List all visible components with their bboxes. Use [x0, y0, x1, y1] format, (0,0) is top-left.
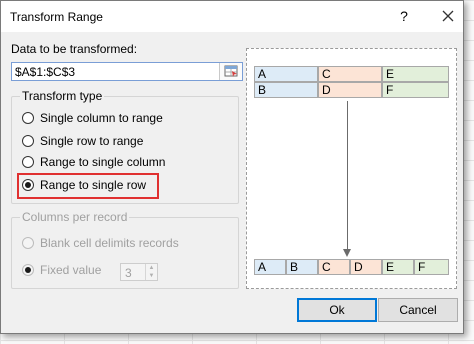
fixed-value-input[interactable]: 3 [125, 266, 132, 280]
radio-button[interactable] [22, 156, 34, 168]
dialog-title: Transform Range [10, 10, 103, 24]
preview-cell: B [286, 259, 318, 275]
close-icon[interactable] [441, 9, 455, 23]
radio-fixed-value[interactable]: Fixed value [22, 262, 101, 278]
ok-button[interactable]: Ok [297, 298, 377, 322]
spinner-arrows[interactable]: ▲ ▼ [145, 264, 157, 280]
radio-single-column-to-range[interactable]: Single column to range [22, 110, 163, 126]
down-arrow-icon [343, 249, 351, 257]
preview-cell: D [350, 259, 382, 275]
radio-button[interactable] [22, 135, 34, 147]
data-label: Data to be transformed: [11, 42, 138, 56]
radio-button[interactable] [22, 264, 34, 276]
columns-per-record-title: Columns per record [20, 210, 130, 224]
title-bar: Transform Range ? [1, 1, 463, 32]
spin-up-icon[interactable]: ▲ [146, 264, 157, 272]
radio-label: Single column to range [40, 111, 163, 125]
radio-label: Single row to range [40, 134, 144, 148]
selection-highlight-box [17, 173, 159, 199]
radio-single-row-to-range[interactable]: Single row to range [22, 133, 143, 149]
range-input[interactable]: $A$1:$C$3 [11, 62, 243, 81]
preview-cell: E [382, 259, 414, 275]
radio-label: Range to single column [40, 155, 166, 169]
range-select-icon[interactable] [219, 63, 242, 80]
radio-label: Fixed value [40, 263, 102, 277]
preview-cell: A [254, 66, 318, 82]
preview-cell: C [318, 66, 382, 82]
fixed-value-spinner[interactable]: 3 ▲ ▼ [120, 263, 158, 281]
cancel-button[interactable]: Cancel [378, 298, 458, 322]
preview-cell: D [318, 82, 382, 98]
radio-button[interactable] [22, 237, 34, 249]
preview-cell: C [318, 259, 350, 275]
radio-label: Blank cell delimits records [40, 236, 179, 250]
transform-range-dialog: Transform Range ? Data to be transformed… [0, 0, 464, 334]
radio-range-to-single-column[interactable]: Range to single column [22, 154, 165, 170]
preview-cell: B [254, 82, 318, 98]
help-button[interactable]: ? [397, 8, 411, 24]
preview-cell: E [382, 66, 449, 82]
transform-type-title: Transform type [20, 89, 105, 103]
preview-cell: F [414, 259, 449, 275]
spin-down-icon[interactable]: ▼ [146, 272, 157, 280]
preview-cell: F [382, 82, 449, 98]
radio-button[interactable] [22, 112, 34, 124]
transform-arrow [347, 101, 348, 251]
preview-cell: A [254, 259, 286, 275]
radio-blank-cell-delimits[interactable]: Blank cell delimits records [22, 235, 179, 251]
